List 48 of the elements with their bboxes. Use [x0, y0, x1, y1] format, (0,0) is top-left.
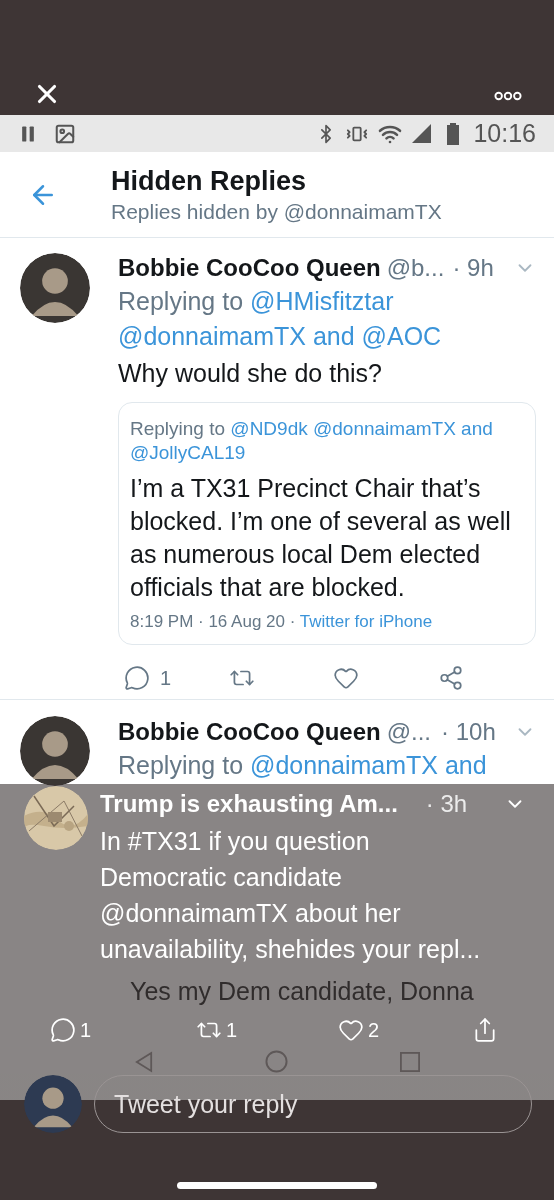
author-handle: @b...	[386, 253, 445, 283]
tweet-text: In #TX31 if you question Democratic candidate @donnaimamTX about her unavailability, shehides your repl...	[100, 826, 482, 965]
heart-icon[interactable]	[338, 1017, 364, 1043]
page-title: Hidden Replies	[111, 164, 308, 198]
share-icon[interactable]	[472, 1017, 498, 1043]
tweet-title: Trump is exhausting Am...	[100, 789, 398, 819]
tweet-text: Why would she do this?	[118, 358, 384, 389]
tweet-time: · 3h	[425, 789, 468, 819]
tweet-time: · 9h	[452, 253, 494, 283]
count-text: 1	[160, 666, 172, 691]
quoted-text: I’m a TX31 Precinct Chair that’s blocked. I’m one of several as well as numerous local Dem elected officials that are blocked.	[130, 473, 512, 603]
reply-context-text: Replying to @donnaimamTX and	[118, 750, 488, 781]
recents-nav-icon[interactable]	[399, 1051, 420, 1072]
page-subtitle: Replies hidden by @donnaimamTX	[111, 198, 442, 225]
quoted-tweet[interactable]	[118, 402, 536, 645]
reply-field[interactable]: Tweet your reply	[94, 1075, 532, 1133]
mention-link[interactable]: @AOC	[361, 322, 442, 350]
image-icon	[54, 122, 76, 145]
quoted-text: Yes my Dem candidate, Donna	[130, 976, 475, 1007]
count-text: 1	[80, 1018, 92, 1043]
mention-link[interactable]: @HMisfitztar	[250, 287, 394, 315]
avatar	[20, 253, 90, 323]
home-nav-icon[interactable]	[264, 1050, 288, 1073]
avatar	[24, 1075, 82, 1133]
mention-link[interactable]: @ND9dk	[230, 418, 308, 439]
avatar	[20, 716, 90, 786]
reply-context-text: Replying to @HMisfitztar @donnaimamTX and @AOC	[118, 286, 443, 352]
mention-link[interactable]: @donnaimamTX	[118, 322, 306, 350]
quoted-meta-text: 8:19 PM · 16 Aug 20 · Twitter for iPhone	[130, 611, 434, 633]
mention-link[interactable]: @JollyCAL19	[130, 442, 246, 463]
tweet-time: · 10h	[441, 717, 496, 747]
clock-text: 10:16	[473, 117, 536, 149]
heart-icon[interactable]	[333, 665, 359, 691]
share-icon[interactable]	[437, 665, 464, 691]
count-text: 1	[226, 1018, 238, 1043]
author-name[interactable]: Bobbie CooCoo Queen	[118, 250, 381, 286]
battery-icon	[447, 122, 460, 145]
source-link[interactable]: Twitter for iPhone	[299, 612, 433, 631]
more-icon[interactable]	[494, 91, 522, 101]
back-nav-icon[interactable]	[134, 1050, 153, 1073]
author-handle: @...	[386, 717, 432, 747]
mention-link[interactable]: @donnaimamTX	[313, 418, 456, 439]
reply-context-text: Replying to @ND9dk @donnaimamTX and @JollyCAL19	[130, 417, 494, 465]
author-name[interactable]: Bobbie CooCoo Queen	[118, 714, 381, 750]
signal-icon	[412, 124, 432, 143]
reply-icon[interactable]	[124, 665, 150, 691]
count-text: 2	[368, 1018, 380, 1043]
mention-link[interactable]: @donnaimamTX	[250, 751, 438, 779]
